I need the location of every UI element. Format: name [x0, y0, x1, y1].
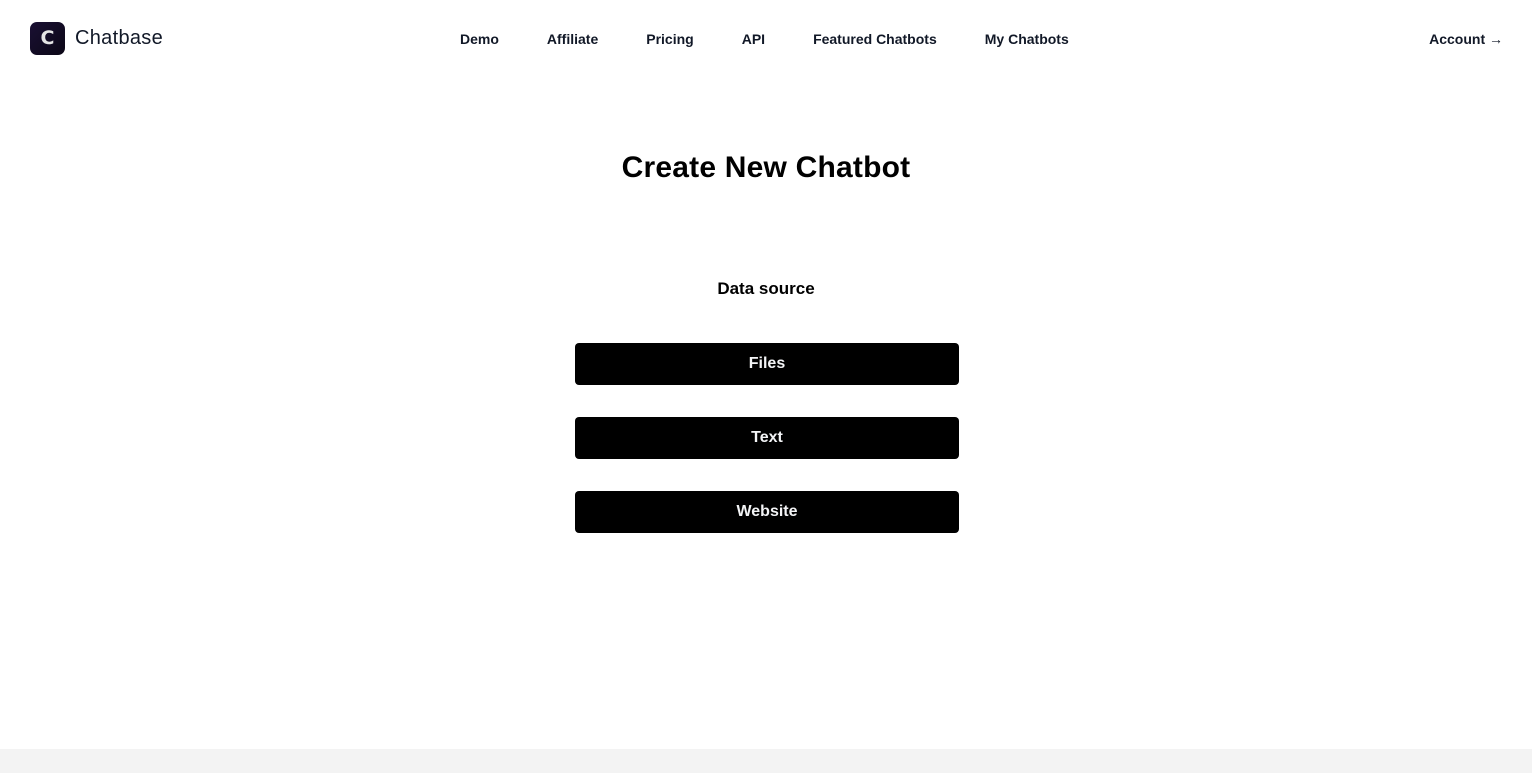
- account-link[interactable]: Account →: [1429, 31, 1503, 47]
- data-source-options: Files Text Website: [575, 343, 959, 533]
- data-source-heading: Data source: [717, 279, 815, 298]
- brand-home-link[interactable]: C Chatbase: [30, 22, 163, 55]
- nav-api[interactable]: API: [742, 31, 765, 47]
- nav-affiliate[interactable]: Affiliate: [547, 31, 598, 47]
- footer-band: [0, 749, 1532, 773]
- chatbase-logo-icon: C: [30, 22, 65, 55]
- main-nav: Demo Affiliate Pricing API Featured Chat…: [460, 31, 1069, 47]
- nav-demo[interactable]: Demo: [460, 31, 499, 47]
- nav-featured-chatbots[interactable]: Featured Chatbots: [813, 31, 937, 47]
- nav-pricing[interactable]: Pricing: [646, 31, 693, 47]
- nav-my-chatbots[interactable]: My Chatbots: [985, 31, 1069, 47]
- page-title: Create New Chatbot: [621, 151, 911, 184]
- logo-letter: C: [40, 27, 55, 49]
- website-button[interactable]: Website: [575, 491, 959, 533]
- site-header: C Chatbase Demo Affiliate Pricing API Fe…: [0, 0, 1532, 78]
- brand-name: Chatbase: [75, 27, 164, 49]
- text-button[interactable]: Text: [575, 417, 959, 459]
- files-button[interactable]: Files: [575, 343, 959, 385]
